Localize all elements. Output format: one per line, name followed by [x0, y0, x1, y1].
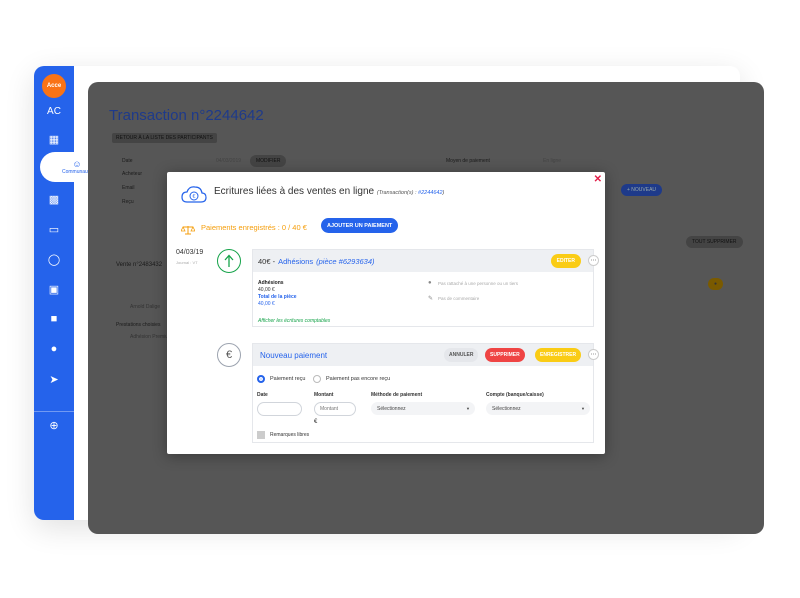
- chat-icon[interactable]: ◯: [34, 248, 74, 270]
- close-icon[interactable]: ✕: [594, 174, 602, 185]
- modal-title: Ecritures liées à des ventes en ligne (T…: [214, 186, 444, 197]
- edit-button[interactable]: EDITER: [550, 254, 581, 268]
- shop-icon[interactable]: ■: [34, 308, 74, 330]
- sidebar: Acce AC ▦ ☺ Communauté ▩ ▭ ◯ ▣ ■ ● ➤ ⊕: [34, 66, 114, 520]
- comment-placeholder: Pas de commentaire: [438, 296, 480, 301]
- sale-label: Vente n°2483432: [116, 262, 163, 268]
- accounting-entries-modal: ✕ € Ecritures liées à des ventes en lign…: [167, 172, 605, 454]
- svg-text:€: €: [192, 194, 195, 200]
- method-select[interactable]: Sélectionnez ▼: [371, 402, 475, 415]
- buyer-name: Arnold Dalige: [130, 304, 161, 310]
- user-initials[interactable]: AC: [34, 106, 74, 117]
- line-label: Adhésions: [258, 280, 284, 286]
- field-buyer-label: Acheteur: [122, 171, 143, 177]
- accounting-entry-card: 40€ - Adhésions (pièce #6293634) EDITER …: [252, 249, 599, 327]
- show-entries-link[interactable]: Afficher les écritures comptables: [258, 318, 330, 324]
- calculator-icon[interactable]: ▩: [34, 188, 74, 210]
- amount-input[interactable]: Montant: [314, 402, 356, 416]
- rocket-icon[interactable]: ➤: [34, 368, 74, 390]
- payments-status: Paiements enregistrés : 0 / 40 €: [201, 223, 307, 232]
- brand-logo[interactable]: Acce: [42, 74, 66, 98]
- checkbox-icon: [257, 431, 265, 439]
- line-amount: 40,00 €: [258, 287, 275, 293]
- entry-header: 40€ - Adhésions (pièce #6293634): [253, 250, 593, 272]
- cloud-euro-icon: €: [181, 185, 207, 210]
- date-value: 04/03/2019: [216, 158, 242, 164]
- person-icon: ●: [428, 280, 432, 286]
- amount-label: Montant: [314, 392, 334, 398]
- back-button[interactable]: RETOUR À LA LISTE DES PARTICIPANTS: [112, 133, 217, 143]
- total-amount: 40,00 €: [258, 301, 275, 307]
- comment-field[interactable]: ✎ Pas de commentaire: [428, 295, 479, 302]
- transaction-ref-group: (Transaction(s) : #2244642): [377, 190, 444, 196]
- more-options-icon[interactable]: ⋯: [588, 349, 599, 360]
- status-badge: ●: [708, 278, 724, 290]
- entry-date: 04/03/19: [176, 249, 204, 256]
- method-select-value: Sélectionnez: [377, 405, 406, 412]
- save-button[interactable]: ENREGISTRER: [535, 348, 582, 362]
- piggy-bank-icon[interactable]: ●: [34, 338, 74, 360]
- scale-icon: [180, 222, 196, 240]
- new-button[interactable]: + NOUVEAU: [621, 184, 663, 196]
- person-field[interactable]: ● Pas rattaché à une personne ou un tier…: [428, 280, 518, 286]
- transactions-suffix: ): [442, 190, 445, 196]
- caret-down-icon: ▼: [581, 406, 585, 411]
- caret-down-icon: ▼: [466, 406, 470, 411]
- radio-label: Paiement pas encore reçu: [326, 376, 391, 382]
- radio-label: Paiement reçu: [270, 376, 306, 382]
- account-select[interactable]: Sélectionnez ▼: [486, 402, 590, 415]
- delete-all-button[interactable]: TOUT SUPPRIMER: [686, 236, 743, 248]
- edit-icon: ✎: [428, 296, 434, 302]
- dashboard-icon[interactable]: ▦: [34, 128, 74, 150]
- laptop-icon[interactable]: ▭: [34, 218, 74, 240]
- adhesion-item: Adhésion Premium: [130, 334, 173, 340]
- more-options-icon[interactable]: ⋯: [588, 255, 599, 266]
- new-payment-title: Nouveau paiement: [260, 350, 328, 360]
- person-placeholder: Pas rattaché à une personne ou un tiers: [438, 280, 519, 286]
- payment-method-value: En ligne: [543, 158, 562, 164]
- date-input[interactable]: [257, 402, 302, 416]
- method-label: Méthode de paiement: [371, 392, 423, 398]
- entry-category[interactable]: Adhésions: [278, 257, 313, 266]
- transactions-prefix: (Transaction(s) :: [376, 190, 419, 196]
- entry-ref[interactable]: (pièce #6293634): [316, 257, 374, 266]
- radio-payment-not-received[interactable]: Paiement pas encore reçu: [313, 375, 390, 383]
- date-label: Date: [257, 392, 268, 398]
- currency-suffix: €: [314, 419, 318, 425]
- cancel-button[interactable]: ANNULER: [444, 348, 479, 362]
- account-label: Compte (banque/caisse): [486, 392, 544, 398]
- modal-title-text: Ecritures liées à des ventes en ligne: [214, 186, 375, 197]
- radio-payment-received[interactable]: Paiement reçu: [257, 375, 305, 383]
- euro-icon: €: [217, 343, 241, 367]
- community-icon: ☺: [72, 159, 82, 169]
- field-date-label: Date: [122, 158, 133, 164]
- entry-amount: 40€ -: [258, 256, 276, 266]
- calendar-icon[interactable]: ▣: [34, 278, 74, 300]
- delete-button[interactable]: SUPPRIMER: [485, 348, 525, 362]
- remarks-label: Remarques libres: [270, 432, 310, 438]
- divider: [34, 411, 74, 412]
- screen: Acce AC ▦ ☺ Communauté ▩ ▭ ◯ ▣ ■ ● ➤ ⊕ T…: [0, 0, 800, 598]
- account-select-value: Sélectionnez: [492, 405, 521, 412]
- remarks-checkbox[interactable]: Remarques libres: [257, 431, 309, 439]
- entry-journal: Journal : VT: [176, 260, 198, 265]
- page-title: Transaction n°2244642: [109, 107, 264, 124]
- transaction-link[interactable]: #2244642: [418, 190, 442, 196]
- radio-checked-icon: [257, 375, 265, 383]
- add-payment-button[interactable]: AJOUTER UN PAIEMENT: [321, 218, 399, 233]
- field-receipt-label: Reçu: [122, 199, 134, 205]
- radio-unchecked-icon: [313, 375, 321, 383]
- arrow-up-icon: [217, 249, 241, 273]
- total-label: Total de la pièce: [258, 294, 297, 300]
- services-label: Prestations choisies: [116, 322, 161, 328]
- modify-button[interactable]: MODIFIER: [250, 155, 287, 167]
- new-payment-card: Nouveau paiement ANNULER SUPPRIMER ENREG…: [252, 343, 599, 443]
- payment-method-label: Moyen de paiement: [446, 158, 490, 164]
- add-icon[interactable]: ⊕: [34, 414, 74, 436]
- field-email-label: Email: [122, 185, 135, 191]
